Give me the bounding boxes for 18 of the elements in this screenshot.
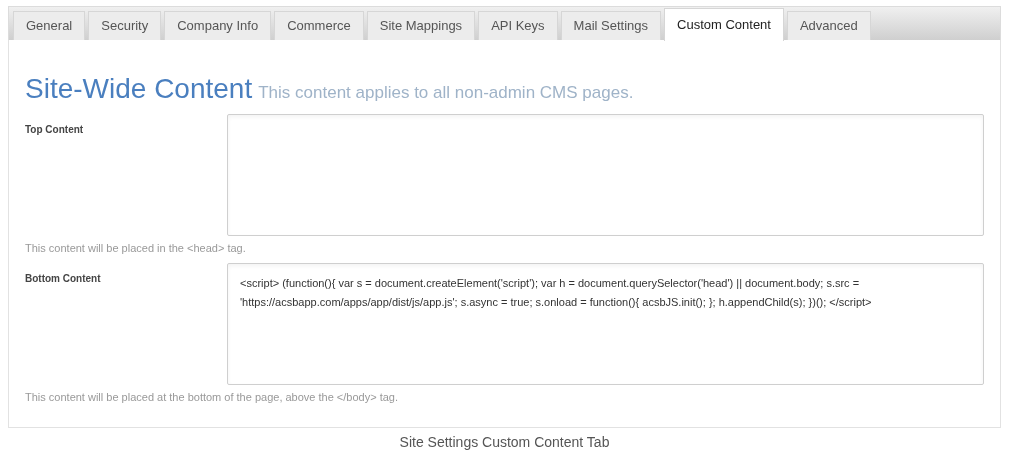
tab[interactable]: Site Mappings: [366, 11, 476, 40]
text-area[interactable]: [227, 114, 984, 236]
caption: Site Settings Custom Content Tab: [399, 433, 610, 452]
tab[interactable]: Company Info: [164, 11, 272, 40]
field-label: Top Content: [25, 123, 85, 137]
tab[interactable]: Custom Content: [664, 8, 784, 41]
page-subtitle: This content applies to all non-admin CMS pages.: [258, 82, 634, 104]
tab[interactable]: Security: [88, 11, 162, 40]
tab[interactable]: General: [13, 11, 86, 40]
tab[interactable]: Advanced: [786, 11, 871, 40]
field-label: Bottom Content: [25, 272, 102, 286]
tab[interactable]: API Keys: [478, 11, 558, 40]
tab[interactable]: Mail Settings: [560, 11, 661, 40]
tab[interactable]: Commerce: [274, 11, 364, 40]
field-hint: This content will be placed in the <head> tag.: [25, 242, 246, 254]
field-hint: This content will be placed at the bottom of the page, above the </body> tag.: [25, 391, 399, 403]
text-area[interactable]: <script> (function(){ var s = document.createElement('script'); var h = document.querySelector('head') || document.body; s.src = 'https://acsbapp.com/apps/app/dist/js/app.js'; s.async = true; s.onload = function(){ acsbJS.init(); }; h.appendChild(s); })(); </script>: [227, 263, 984, 385]
page-title: Site-Wide Content: [25, 72, 253, 106]
